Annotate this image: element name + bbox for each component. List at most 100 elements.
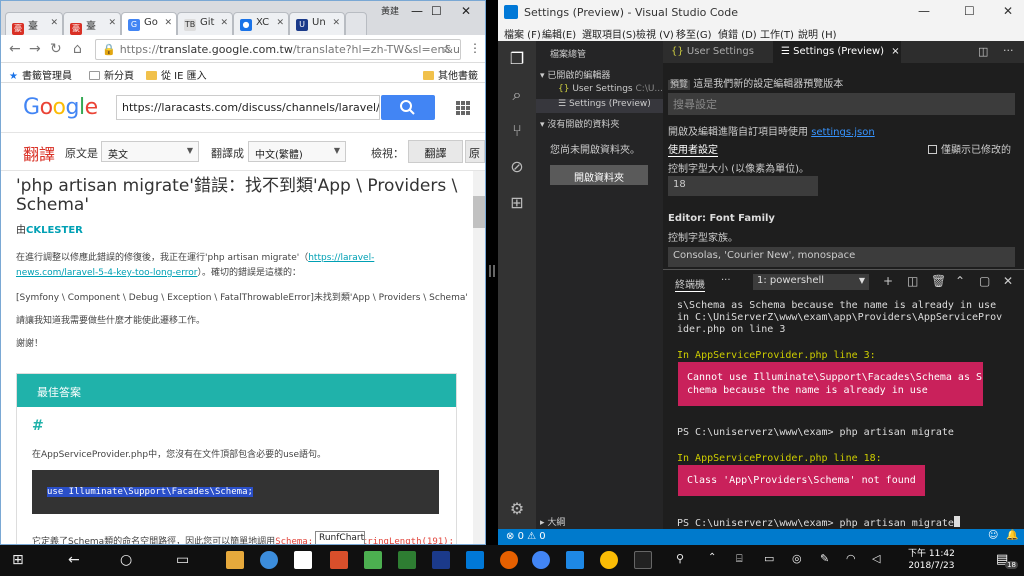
chevron-up-icon[interactable]: ⌃ — [708, 552, 716, 563]
browser-tab-2[interactable]: 豪臺 ✕ — [63, 12, 121, 35]
terminal-prompt[interactable]: PS C:\uniserverz\www\exam> php artisan m… — [677, 516, 960, 530]
close-tab-icon[interactable]: ✕ — [164, 18, 172, 28]
explorer-icon[interactable]: ❐ — [507, 49, 527, 69]
close-tab-icon[interactable]: ✕ — [50, 18, 58, 28]
code-line[interactable]: use Illuminate\Support\Facades\Schema; — [47, 487, 253, 497]
google-app-icon[interactable] — [294, 551, 312, 569]
target-language-select[interactable]: 中文(繁體) ▼ — [248, 141, 346, 162]
source-control-icon[interactable]: ⑂ — [507, 121, 527, 141]
close-panel-icon[interactable]: ✕ — [1003, 274, 1013, 288]
menu-go[interactable]: 移至(G) — [676, 26, 712, 41]
windows-start-icon[interactable]: ⊞ — [12, 552, 24, 568]
tab-settings-preview[interactable]: ☰ Settings (Preview) × — [773, 41, 901, 63]
menu-debug[interactable]: 偵錯 (D) — [718, 26, 757, 41]
bookmark-other[interactable]: 其他書籤 — [423, 67, 478, 82]
google-logo[interactable]: Google — [23, 95, 98, 120]
open-folder-button[interactable]: 開啟資料夾 — [550, 165, 648, 185]
home-icon[interactable]: ⌂ — [73, 41, 82, 57]
system-clock[interactable]: 下午 11:42 2018/7/23 — [908, 548, 955, 572]
app-tray-icon[interactable]: ◎ — [792, 552, 802, 565]
outline-section[interactable]: ▸ 大綱 — [540, 515, 667, 528]
file-explorer-icon[interactable] — [226, 551, 244, 569]
terminal-select[interactable]: 1: powershell ▼ — [753, 274, 869, 290]
close-tab-icon[interactable]: ✕ — [108, 18, 116, 28]
profile-name[interactable]: 黃建 — [381, 4, 399, 17]
close-tab-icon[interactable]: ✕ — [276, 18, 284, 28]
uniserver-icon[interactable] — [432, 551, 450, 569]
show-modified-toggle[interactable]: 僅顯示已修改的 — [928, 141, 1011, 156]
close-window-icon[interactable]: ✕ — [1003, 4, 1013, 18]
debug-icon[interactable]: ⊘ — [507, 157, 527, 177]
firefox-icon[interactable] — [500, 551, 518, 569]
chevron-up-icon[interactable]: ⌃ — [955, 274, 965, 288]
star-icon[interactable]: ☆ — [441, 42, 452, 56]
browser-tab-3[interactable]: G Go ✕ — [121, 12, 177, 35]
settings-search-input[interactable]: 搜尋設定 — [668, 93, 1015, 115]
task-view-icon[interactable]: ▭ — [176, 552, 189, 568]
browser-tab-4[interactable]: TB Git ✕ — [177, 12, 233, 35]
maximize-icon[interactable]: ☐ — [431, 4, 442, 18]
checkbox[interactable] — [928, 145, 937, 154]
open-editors-section[interactable]: ▾ 已開啟的編輯器 — [540, 68, 667, 81]
menu-help[interactable]: 說明 (H) — [798, 26, 837, 41]
more-icon[interactable]: ··· — [721, 275, 731, 286]
apps-grid-icon[interactable] — [456, 101, 470, 115]
view-original-button[interactable]: 原 — [465, 140, 485, 163]
source-language-select[interactable]: 英文 ▼ — [101, 141, 199, 162]
menu-selection[interactable]: 選取項目(S) — [582, 26, 636, 41]
app-icon[interactable] — [364, 551, 382, 569]
trash-icon[interactable]: 🗑 — [931, 274, 946, 288]
volume-icon[interactable]: ◁ — [872, 552, 880, 565]
scrollbar-thumb[interactable] — [473, 196, 485, 228]
browser-tab-5[interactable]: ● XC ✕ — [233, 12, 289, 35]
app-icon[interactable] — [330, 551, 348, 569]
edge-icon[interactable] — [566, 551, 584, 569]
open-file-settings-preview[interactable]: ☰ Settings (Preview) — [536, 99, 663, 113]
user-settings-tab[interactable]: 使用者設定 — [668, 141, 718, 157]
split-editor-icon[interactable]: ◫ — [978, 45, 988, 58]
bookmark-manager[interactable]: ★ 書籤管理員 — [9, 67, 72, 82]
smiley-icon[interactable]: ☺ — [988, 530, 998, 541]
close-tab-icon[interactable]: ✕ — [332, 18, 340, 28]
problems-status[interactable]: ⊗ 0 ⚠ 0 — [506, 531, 546, 542]
search-icon[interactable]: ⌕ — [507, 85, 527, 105]
settings-json-link[interactable]: settings.json — [811, 127, 875, 138]
minimize-icon[interactable]: — — [918, 4, 930, 18]
menu-view[interactable]: 檢視 (V) — [636, 26, 674, 41]
maximize-icon[interactable]: ☐ — [964, 4, 975, 18]
tab-user-settings[interactable]: {} User Settings — [663, 41, 773, 63]
extensions-icon[interactable]: ⊞ — [507, 193, 527, 213]
close-window-icon[interactable]: ✕ — [461, 4, 471, 18]
author-link[interactable]: CKLESTER — [26, 225, 83, 236]
chrome-canary-icon[interactable] — [600, 551, 618, 569]
terminal-tab[interactable]: 終端機 — [675, 276, 705, 292]
google-search-input[interactable]: https://laracasts.com/discuss/channels/l… — [116, 95, 380, 120]
app-icon[interactable] — [260, 551, 278, 569]
add-terminal-icon[interactable]: + — [883, 274, 893, 288]
folder-icon[interactable]: ▭ — [764, 552, 774, 565]
network-icon[interactable]: ⌸ — [736, 552, 743, 566]
reload-icon[interactable]: ↻ — [50, 41, 62, 57]
menu-tasks[interactable]: 工作(T) — [760, 26, 794, 41]
minimize-icon[interactable]: — — [411, 4, 423, 18]
split-terminal-icon[interactable]: ◫ — [907, 274, 918, 288]
anchor-hash[interactable]: # — [32, 418, 44, 434]
view-translation-button[interactable]: 翻譯 — [408, 140, 463, 163]
pen-icon[interactable]: ✎ — [820, 552, 829, 565]
address-bar[interactable]: 🔒 https://translate.google.com.tw/transla… — [95, 39, 461, 60]
bookmark-ie-import[interactable]: 從 IE 匯入 — [146, 67, 207, 82]
menu-file[interactable]: 檔案 (F) — [504, 26, 541, 41]
close-tab-icon[interactable]: × — [891, 46, 899, 57]
bookmark-new-tab[interactable]: 新分頁 — [89, 67, 134, 82]
app-icon[interactable] — [398, 551, 416, 569]
browser-tab-6[interactable]: U Un ✕ — [289, 12, 345, 35]
gear-icon[interactable]: ⚙ — [507, 499, 527, 519]
wifi-icon[interactable]: ◠ — [846, 552, 856, 565]
window-splitter[interactable] — [486, 0, 498, 545]
menu-icon[interactable]: ⋮ — [469, 41, 481, 55]
font-family-input[interactable]: Consolas, 'Courier New', monospace — [668, 247, 1015, 267]
more-actions-icon[interactable]: ··· — [1003, 44, 1014, 57]
bell-icon[interactable]: 🔔 — [1006, 530, 1018, 541]
back-icon[interactable]: ← — [9, 41, 21, 57]
search-icon[interactable]: ○ — [120, 552, 132, 568]
